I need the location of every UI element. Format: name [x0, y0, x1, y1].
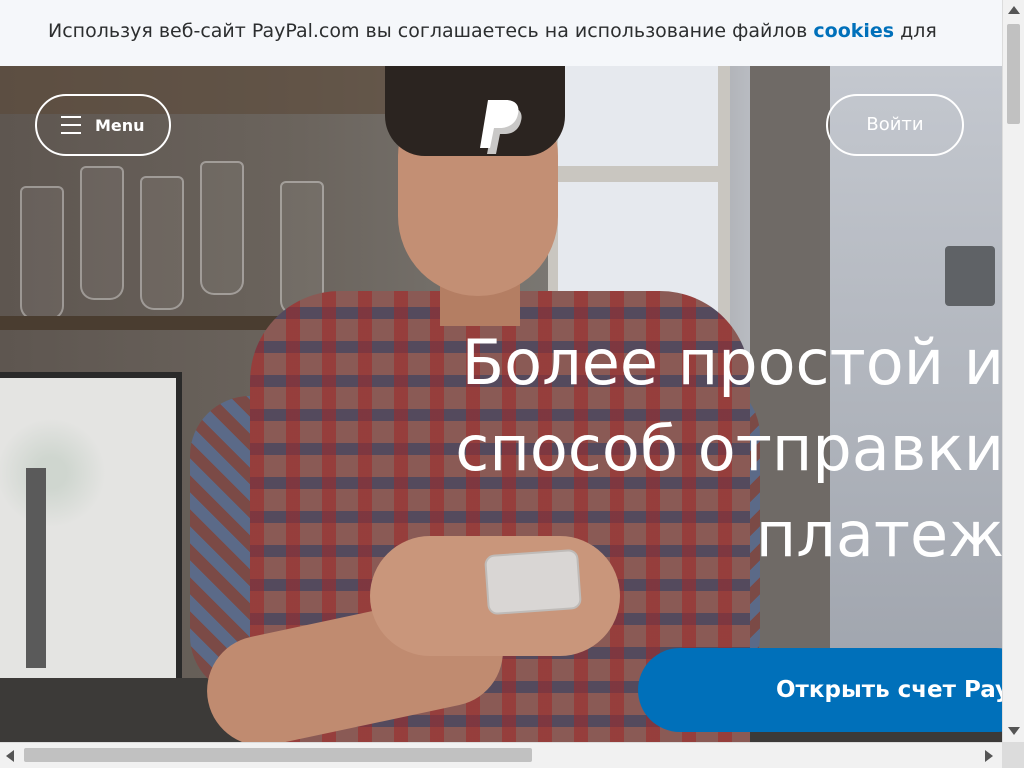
paypal-logo-icon[interactable]: [478, 96, 524, 156]
hero-section: Menu Войти Более простой и способ отправ…: [0, 66, 1002, 742]
headline-line-2: способ отправки: [455, 412, 1002, 485]
cookie-message: Используя веб-сайт PayPal.com вы соглаша…: [48, 20, 808, 42]
horizontal-scroll-thumb[interactable]: [24, 748, 532, 762]
tree-trunk: [26, 468, 46, 668]
hamburger-icon: [61, 116, 81, 134]
glass-decor: [200, 161, 244, 295]
vertical-scrollbar[interactable]: [1002, 0, 1024, 742]
cookie-link[interactable]: cookies: [813, 20, 894, 42]
picture-frame: [0, 372, 182, 724]
hero-headline: Более простой и способ отправки платеж: [455, 320, 1002, 578]
scroll-right-arrow-icon[interactable]: [985, 750, 993, 762]
cookie-trailing-text: для: [900, 20, 937, 42]
scroll-up-arrow-icon[interactable]: [1008, 6, 1020, 14]
login-button[interactable]: Войти: [826, 94, 964, 156]
cookie-banner-text: Используя веб-сайт PayPal.com вы соглаша…: [48, 20, 937, 42]
window-bar: [548, 166, 730, 182]
menu-label: Menu: [95, 116, 145, 135]
vertical-scroll-thumb[interactable]: [1007, 24, 1020, 124]
headline-line-3: платеж: [755, 498, 1002, 571]
menu-button[interactable]: Menu: [35, 94, 171, 156]
glass-decor: [140, 176, 184, 310]
scroll-left-arrow-icon[interactable]: [6, 750, 14, 762]
horizontal-scrollbar[interactable]: [0, 742, 1002, 768]
open-account-button[interactable]: Открыть счет PayPal: [638, 648, 1002, 732]
scroll-down-arrow-icon[interactable]: [1008, 727, 1020, 735]
headline-line-1: Более простой и: [461, 326, 1002, 399]
lamp: [945, 246, 995, 306]
person-hair: [385, 66, 565, 156]
scrollbar-corner: [1002, 742, 1024, 768]
tree-crown: [0, 418, 106, 528]
glass-decor: [20, 186, 64, 320]
cookie-banner: Используя веб-сайт PayPal.com вы соглаша…: [0, 0, 1002, 66]
glass-decor: [80, 166, 124, 300]
